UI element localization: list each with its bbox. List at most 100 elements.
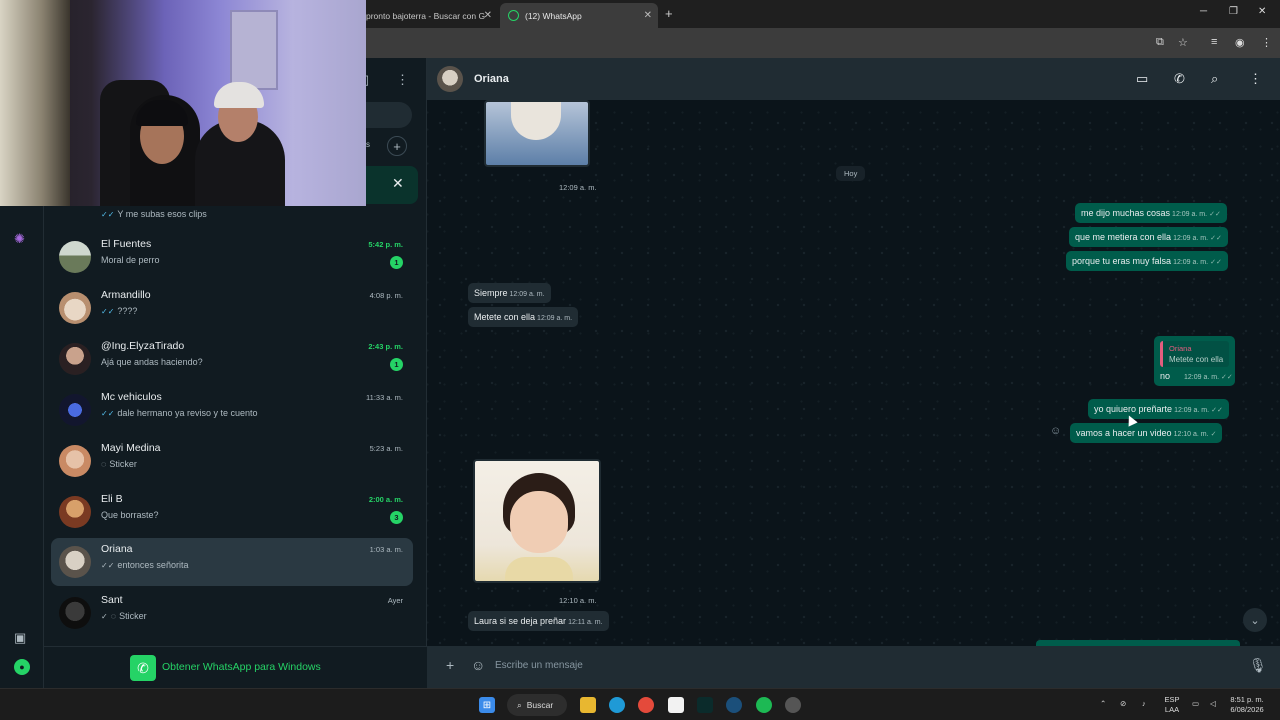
chat-row-oriana[interactable]: Oriana ✓✓ entonces señorita 1:03 a. m. (51, 538, 413, 586)
video-call-icon[interactable]: ▭ (1136, 71, 1148, 87)
sidebar-menu-icon[interactable]: ⋮ (396, 72, 409, 88)
reply-message[interactable]: Oriana Metete con ella no 12:09 a. m. ✓✓ (1154, 336, 1235, 386)
sticker-icon[interactable]: ☺ (471, 657, 485, 673)
tray-chevron-icon[interactable]: ⌃ (1100, 699, 1106, 709)
chat-row-eli-b[interactable]: Eli B Que borraste? 2:00 a. m. 3 (51, 488, 413, 536)
browser-tab-search[interactable]: pronto bajoterra - Buscar con G ✕ (358, 3, 498, 28)
chat-row-mc-vehiculos[interactable]: Mc vehiculos ✓✓ dale hermano ya reviso y … (51, 386, 413, 434)
notepad-icon[interactable] (668, 697, 684, 713)
delivered-ticks-icon: ✓ (1210, 431, 1217, 438)
file-explorer-icon[interactable] (580, 697, 596, 713)
chat-name: Armandillo (101, 289, 151, 301)
close-icon[interactable]: ✕ (484, 10, 492, 21)
media-control-icon[interactable]: ≡ (1211, 36, 1217, 48)
chat-name: @Ing.ElyzaTirado (101, 340, 185, 352)
unread-badge: 1 (390, 358, 403, 371)
meta-ai-icon[interactable]: ✺ (14, 231, 25, 247)
avatar (59, 292, 91, 324)
image-message[interactable] (473, 459, 601, 583)
chat-row-sant[interactable]: Sant ✓ ◌ Sticker Ayer (51, 589, 413, 637)
incoming-message[interactable]: Laura si se deja preñar 12:11 a. m. (468, 611, 609, 631)
cam-door (230, 10, 278, 90)
add-filter-icon[interactable]: + (387, 136, 407, 156)
chat-row-mayi-medina[interactable]: Mayi Medina ◌ Sticker 5:23 a. m. (51, 437, 413, 485)
taskbar-clock[interactable]: 8:51 p. m. 6/08/2026 (1224, 695, 1270, 715)
tray-network-icon[interactable]: ⊘ (1120, 699, 1126, 709)
delivered-ticks-icon: ✓✓ (1209, 211, 1221, 218)
profile-icon[interactable]: ◉ (1235, 36, 1245, 49)
spotify-icon[interactable] (756, 697, 772, 713)
install-app-icon[interactable]: ⧉ (1156, 36, 1164, 49)
close-banner-icon[interactable]: ✕ (392, 175, 404, 192)
bookmark-star-icon[interactable]: ☆ (1178, 36, 1188, 49)
close-icon[interactable]: ✕ (644, 10, 652, 21)
outgoing-message[interactable]: me dijo muchas cosas 12:09 a. m. ✓✓ (1075, 203, 1227, 223)
new-tab-button[interactable]: + (665, 6, 673, 21)
chat-time: Ayer (387, 596, 403, 605)
message-input[interactable]: Escribe un mensaje (495, 660, 583, 671)
avatar (59, 343, 91, 375)
read-ticks-icon: ✓✓ (101, 409, 115, 418)
quoted-message[interactable]: Oriana Metete con ella (1160, 341, 1229, 367)
chrome-icon[interactable] (638, 697, 654, 713)
minimize-icon[interactable]: ─ (1200, 6, 1207, 17)
chat-row-ing-elyzatirado[interactable]: @Ing.ElyzaTirado Ajá que andas haciendo?… (51, 335, 413, 383)
incoming-message[interactable]: Siempre 12:09 a. m. (468, 283, 551, 303)
chat-preview-partial[interactable]: ✓✓ Y me subas esos clips (101, 209, 207, 219)
chat-time: 5:23 a. m. (369, 444, 403, 453)
conversation-header[interactable]: Oriana ▭ ✆ ⌕ ⋮ (427, 58, 1280, 100)
outgoing-message[interactable]: yo quiuero preñarte 12:09 a. m. ✓✓ (1088, 399, 1229, 419)
image-message[interactable] (484, 100, 590, 167)
delivered-ticks-icon: ✓✓ (1210, 235, 1222, 242)
tray-volume-icon[interactable]: ◁ (1210, 699, 1216, 709)
tray-display-icon[interactable]: ▭ (1192, 699, 1199, 709)
outgoing-message[interactable]: que me metiera con ella 12:09 a. m. ✓✓ (1069, 227, 1228, 247)
contact-name[interactable]: Oriana (474, 73, 509, 85)
restore-icon[interactable]: ❐ (1229, 6, 1238, 17)
get-whatsapp-windows-link[interactable]: ✆ Obtener WhatsApp para Windows (44, 646, 427, 688)
delivered-ticks-icon: ✓✓ (1221, 374, 1233, 381)
chat-last-message: ✓ ◌ Sticker (101, 611, 147, 621)
outgoing-message[interactable]: vamos a hacer un video 12:10 a. m. ✓ (1070, 423, 1223, 443)
media-icon[interactable]: ▣ (14, 630, 26, 646)
close-window-icon[interactable]: ✕ (1258, 6, 1266, 17)
language-indicator[interactable]: ESP LAA (1160, 695, 1184, 715)
avatar (59, 597, 91, 629)
unread-badge: 3 (390, 511, 403, 524)
filter-chip[interactable]: s (366, 140, 370, 149)
chat-last-message: ◌ Sticker (101, 459, 137, 469)
attach-plus-icon[interactable]: + (446, 657, 454, 673)
chat-row-armandillo[interactable]: Armandillo ✓✓???? 4:08 p. m. (51, 284, 413, 332)
avatar (59, 394, 91, 426)
incoming-message[interactable]: Metete con ella 12:09 a. m. (468, 307, 579, 327)
chat-time: 5:42 p. m. (368, 240, 403, 249)
terminal-icon[interactable] (697, 697, 713, 713)
taskbar-search[interactable]: ⌕ Buscar (507, 694, 567, 716)
emoji-reaction-icon[interactable]: ☺ (1050, 425, 1061, 437)
contact-avatar[interactable] (437, 66, 463, 92)
chat-row-el-fuentes[interactable]: El Fuentes Moral de perro 5:42 p. m. 1 (51, 233, 413, 281)
browser-menu-icon[interactable]: ⋮ (1261, 36, 1272, 49)
tab-label: (12) WhatsApp (525, 10, 582, 21)
voice-call-icon[interactable]: ✆ (1174, 71, 1185, 87)
scroll-down-icon[interactable]: ⌄ (1243, 608, 1267, 632)
chat-time: 1:03 a. m. (369, 545, 403, 554)
conversation-menu-icon[interactable]: ⋮ (1249, 71, 1262, 87)
profile-avatar-icon[interactable]: ● (14, 659, 30, 675)
app-icon[interactable] (785, 697, 801, 713)
microphone-icon[interactable]: 🎙 (1249, 657, 1267, 674)
windows-start-icon[interactable]: ⊞ (479, 697, 495, 713)
message-composer: + ☺ Escribe un mensaje 🎙 (427, 646, 1280, 688)
outgoing-message[interactable]: porque tu eras muy falsa 12:09 a. m. ✓✓ (1066, 251, 1228, 271)
search-icon[interactable]: ⌕ (1211, 71, 1218, 87)
chat-time: 4:08 p. m. (369, 291, 403, 300)
message-time: 12:09 a. m. (559, 183, 597, 192)
tray-mic-icon[interactable]: ♪ (1142, 699, 1146, 709)
search-input[interactable] (366, 102, 412, 128)
edge-icon[interactable] (609, 697, 625, 713)
nav-rail: ✺ ▣ ● (0, 206, 44, 688)
browser-tab-whatsapp[interactable]: (12) WhatsApp ✕ (500, 3, 658, 28)
avatar (59, 496, 91, 528)
steam-icon[interactable] (726, 697, 742, 713)
delivered-ticks-icon: ✓✓ (101, 561, 115, 570)
